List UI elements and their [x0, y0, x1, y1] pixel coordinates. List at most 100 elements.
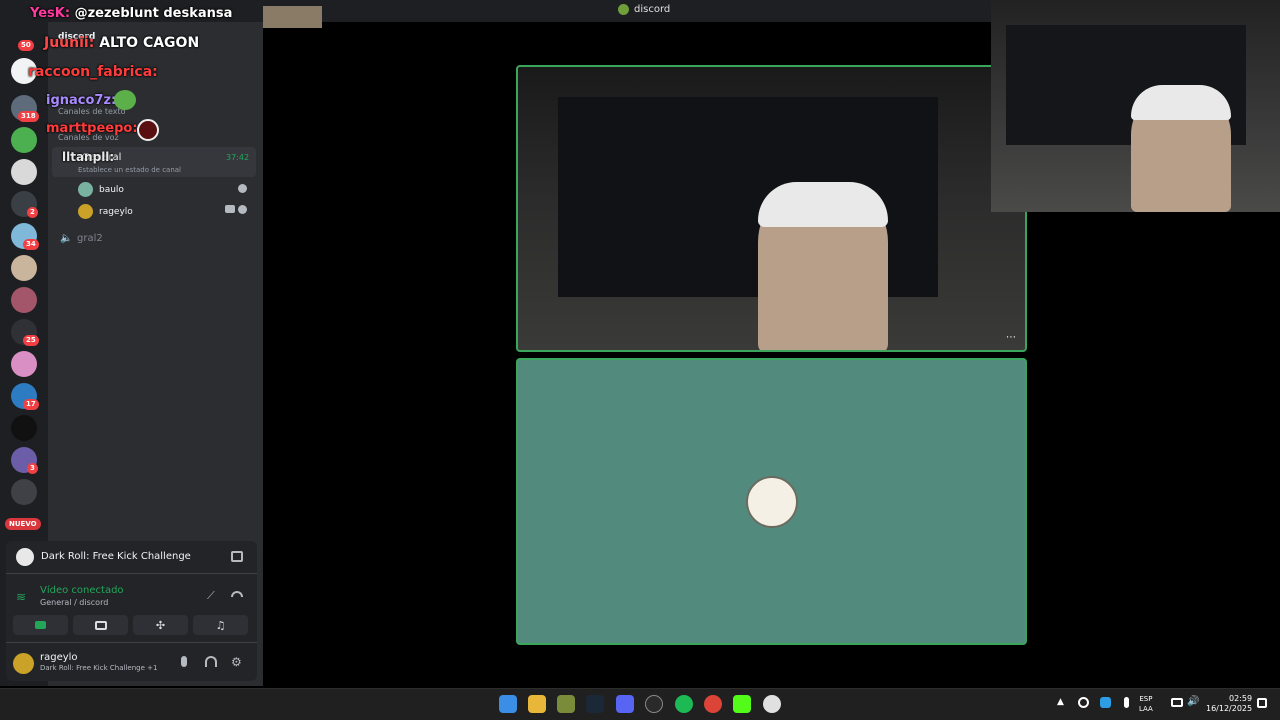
- server-icon[interactable]: [11, 287, 37, 313]
- server-icon[interactable]: [11, 415, 37, 441]
- chat-username: ignaco7z:: [46, 93, 117, 108]
- stream-icon: [238, 205, 247, 214]
- server-icon[interactable]: [11, 127, 37, 153]
- clock-time: 02:59: [1229, 694, 1253, 703]
- chat-username: raccoon_fabrica:: [28, 64, 158, 80]
- chat-line-juunii: Juunii: ALTO CAGON: [44, 35, 199, 51]
- camera-button[interactable]: [13, 615, 68, 635]
- soundboard-icon: ♫: [215, 618, 226, 632]
- connection-icon: ≋: [16, 590, 27, 604]
- disconnect-icon[interactable]: [231, 591, 243, 597]
- language-code: ESP: [1139, 695, 1153, 703]
- current-user-name[interactable]: rageylo: [40, 652, 78, 663]
- mention-badge: 17: [23, 399, 39, 410]
- noise-suppression-icon[interactable]: ⟋: [207, 589, 215, 603]
- sync-icon[interactable]: [1078, 697, 1089, 708]
- server-icon[interactable]: [11, 255, 37, 281]
- steam-icon[interactable]: [586, 695, 604, 713]
- chevron-up-icon[interactable]: ▲: [1057, 697, 1064, 707]
- chat-message: ALTO CAGON: [99, 35, 200, 51]
- avatar: [78, 182, 93, 197]
- volume-icon[interactable]: 🔊: [1187, 696, 1199, 707]
- new-badge: NUEVO: [5, 518, 41, 530]
- video-camera-icon: [225, 205, 235, 213]
- user-avatar-large: [746, 476, 798, 528]
- screen-share-icon: [94, 620, 107, 630]
- panel-divider: [6, 573, 257, 574]
- tile-more-options-icon[interactable]: ⋯: [1006, 332, 1016, 343]
- activity-icon: [16, 548, 34, 566]
- microphone-tray-icon[interactable]: [1124, 697, 1129, 708]
- mention-badge: 3: [27, 463, 38, 474]
- window-title: discord: [618, 4, 670, 15]
- chat-emote-ornament: [137, 119, 159, 141]
- minecraft-icon[interactable]: [557, 695, 575, 713]
- mention-badge: 34: [23, 239, 39, 250]
- voice-channel-gral2[interactable]: gral2: [77, 233, 103, 244]
- speaker-icon: 🔈: [60, 233, 73, 244]
- mention-badge: 2: [27, 207, 38, 218]
- clock-date: 16/12/2025: [1206, 704, 1253, 713]
- share-screen-button[interactable]: [73, 615, 128, 635]
- santa-hat: [758, 182, 888, 227]
- system-clock[interactable]: 02:59 16/12/2025: [1206, 694, 1252, 714]
- kick-icon[interactable]: [733, 695, 751, 713]
- voice-user-name: baulo: [99, 184, 124, 195]
- voice-channel-timer: 37:42: [226, 153, 250, 162]
- panel-divider: [6, 642, 257, 643]
- microphone-icon[interactable]: [181, 656, 187, 667]
- chat-line-raccoon: raccoon_fabrica:: [28, 64, 158, 80]
- activity-popout-icon[interactable]: [231, 551, 243, 562]
- chat-message: @zezeblunt deskansa: [74, 6, 233, 21]
- notifications-icon[interactable]: [1257, 698, 1267, 708]
- windows-start-icon[interactable]: [499, 695, 517, 713]
- chat-line-marttpeepo: marttpeepo:: [46, 121, 138, 136]
- headphones-icon[interactable]: [205, 656, 217, 667]
- chat-username: Juunii:: [44, 35, 95, 51]
- stream-icon: [238, 184, 247, 193]
- activity-title[interactable]: Dark Roll: Free Kick Challenge: [41, 551, 191, 562]
- voice-connected-status[interactable]: Vídeo conectado: [40, 585, 124, 596]
- mention-badge: 318: [18, 111, 39, 122]
- chat-username: lltanpll:: [62, 150, 115, 164]
- chat-line-yesk: YesK: @zezeblunt deskansa: [30, 6, 232, 21]
- voice-user-baulo[interactable]: baulo: [78, 182, 124, 197]
- football-game-icon[interactable]: [763, 695, 781, 713]
- activities-button[interactable]: ✣: [133, 615, 188, 635]
- network-icon[interactable]: [1171, 698, 1183, 707]
- video-tile-avatar[interactable]: [516, 358, 1027, 645]
- voice-user-name: rageylo: [99, 206, 133, 217]
- spotify-icon[interactable]: [675, 695, 693, 713]
- soundboard-button[interactable]: ♫: [193, 615, 248, 635]
- server-icon[interactable]: [11, 159, 37, 185]
- voice-connected-location[interactable]: General / discord: [40, 598, 108, 607]
- security-shield-icon[interactable]: [1100, 697, 1111, 708]
- chat-emote-image: [263, 6, 322, 28]
- mention-badge: 25: [23, 335, 39, 346]
- server-icon[interactable]: [11, 351, 37, 377]
- discord-app-icon: [618, 4, 629, 15]
- obs-icon[interactable]: [645, 695, 663, 713]
- server-icon[interactable]: [11, 479, 37, 505]
- chat-username: YesK:: [30, 6, 71, 21]
- video-camera-icon: [35, 621, 46, 629]
- text-channels-category[interactable]: Canales de texto: [58, 107, 126, 116]
- chrome-icon[interactable]: [704, 695, 722, 713]
- picture-in-picture-video[interactable]: [991, 0, 1280, 212]
- language-indicator[interactable]: ESP LAA: [1139, 694, 1153, 714]
- chat-username: marttpeepo:: [46, 121, 138, 136]
- file-explorer-icon[interactable]: [528, 695, 546, 713]
- settings-gear-icon[interactable]: ⚙: [231, 655, 242, 669]
- avatar: [78, 204, 93, 219]
- mention-badge: 50: [18, 40, 34, 51]
- channel-status-hint[interactable]: Establece un estado de canal: [78, 166, 181, 174]
- voice-user-rageylo[interactable]: rageylo: [78, 204, 133, 219]
- window-title-text: discord: [634, 4, 671, 15]
- user-avatar[interactable]: [13, 653, 34, 674]
- chat-line-lltanpll: lltanpll:: [62, 150, 114, 164]
- santa-hat: [1131, 85, 1231, 120]
- keyboard-layout: LAA: [1139, 705, 1153, 713]
- chat-emote-pepe: [114, 90, 136, 110]
- discord-taskbar-icon[interactable]: [616, 695, 634, 713]
- video-tile-camera[interactable]: ⋯: [516, 65, 1027, 352]
